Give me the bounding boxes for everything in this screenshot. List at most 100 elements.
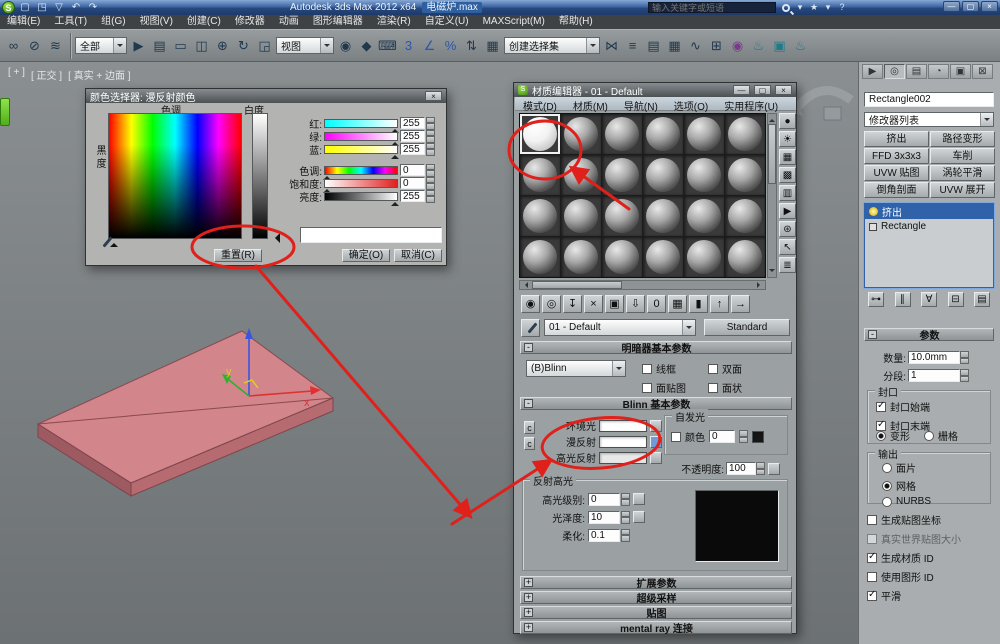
tab-display-icon[interactable]: ▣	[950, 64, 971, 79]
put-material-icon[interactable]: ◎	[542, 295, 561, 313]
value-field[interactable]: 0.1	[588, 528, 620, 542]
menu-item[interactable]: 材质(M)	[565, 97, 616, 113]
rollout-header-shader[interactable]: - 明暗器基本参数	[520, 341, 792, 355]
snap-toggle-3d-icon[interactable]: 3	[398, 34, 419, 58]
lock-diffuse-specular-icon[interactable]: c	[524, 437, 535, 450]
color-swatch[interactable]	[599, 451, 647, 464]
bind-to-spacewarp-icon[interactable]: ≋	[45, 34, 66, 58]
rollout-header[interactable]: + mental ray 连接	[520, 621, 792, 635]
modifier-list-dropdown[interactable]: 修改器列表	[864, 112, 994, 127]
rendered-frame-icon[interactable]: ▣	[769, 34, 790, 58]
material-type-button[interactable]: Standard	[704, 319, 790, 336]
rollout-header-parameters[interactable]: - 参数	[864, 328, 994, 342]
keyboard-override-icon[interactable]: ⌨	[377, 34, 398, 58]
menu-item[interactable]: 实用程序(U)	[716, 97, 786, 113]
menu-item[interactable]: 自定义(U)	[418, 15, 476, 29]
material-sample-slot[interactable]	[602, 114, 642, 154]
minimize-button[interactable]: —	[943, 1, 960, 12]
select-rotate-icon[interactable]: ↻	[233, 34, 254, 58]
redo-icon[interactable]: ↷	[86, 1, 100, 14]
material-sample-slot[interactable]	[684, 114, 724, 154]
spinner[interactable]	[426, 189, 435, 203]
open-file-icon[interactable]: ◳	[35, 1, 49, 14]
opacity-value-field[interactable]: 100	[726, 462, 756, 475]
ok-button[interactable]: 确定(O)	[342, 249, 390, 262]
checkbox-row[interactable]: 生成贴图坐标	[867, 512, 961, 527]
eyedropper-icon[interactable]	[100, 235, 114, 249]
checkbox[interactable]	[671, 431, 681, 442]
make-preview-icon[interactable]: ▶	[779, 203, 796, 219]
chevron-down-icon[interactable]	[113, 38, 126, 53]
show-end-result-stack-icon[interactable]: ∥	[894, 292, 911, 307]
spinner[interactable]	[960, 351, 969, 364]
slots-vertical-scrollbar[interactable]	[767, 113, 777, 278]
material-name-dropdown[interactable]: 01 - Default	[544, 319, 696, 336]
sample-uv-tiling-icon[interactable]: ▩	[779, 167, 796, 183]
material-sample-slot[interactable]	[520, 237, 560, 277]
tab-hierarchy-icon[interactable]: ▤	[906, 64, 927, 79]
modifier-button[interactable]: UVW 贴图	[864, 165, 929, 181]
new-scene-icon[interactable]: ▢	[18, 1, 32, 14]
channel-slider[interactable]	[324, 118, 399, 133]
menu-item[interactable]: 选项(O)	[666, 97, 716, 113]
selfillum-color-swatch[interactable]	[752, 430, 764, 443]
unlink-selection-icon[interactable]: ⊘	[24, 34, 45, 58]
pick-material-eyedropper-icon[interactable]	[521, 319, 540, 337]
menu-item[interactable]: 模式(D)	[515, 97, 565, 113]
channel-value-field[interactable]: 255	[400, 117, 425, 129]
material-sample-slot[interactable]	[725, 114, 765, 154]
channel-slider[interactable]	[324, 131, 399, 146]
slots-horizontal-scrollbar[interactable]	[519, 280, 766, 290]
checkbox-row[interactable]: 封口始端	[876, 399, 930, 414]
layer-manager-icon[interactable]: ▤	[643, 34, 664, 58]
radio-row[interactable]: 变形	[876, 428, 910, 443]
named-selection-sets-dropdown[interactable]: 创建选择集	[504, 37, 600, 54]
shader-type-dropdown[interactable]: (B)Blinn	[526, 360, 626, 377]
modifier-button[interactable]: 挤出	[864, 131, 929, 147]
rect-selection-region-icon[interactable]: ▭	[170, 34, 191, 58]
rollout-header[interactable]: + 贴图	[520, 606, 792, 620]
checkbox-row[interactable]: 双面	[708, 361, 770, 376]
material-id-icon[interactable]: 0	[647, 295, 666, 313]
checkbox-row[interactable]: 面贴图	[642, 380, 704, 395]
modifier-button[interactable]: FFD 3x3x3	[864, 148, 929, 164]
material-sample-slot[interactable]	[520, 114, 560, 154]
chevron-down-icon[interactable]	[682, 320, 695, 335]
options-icon[interactable]: ⊛	[779, 221, 796, 237]
select-move-icon[interactable]: ⊕	[212, 34, 233, 58]
close-icon[interactable]: ×	[425, 91, 442, 101]
modifier-button[interactable]: 路径变形	[930, 131, 995, 147]
save-file-icon[interactable]: ▽	[52, 1, 66, 14]
help-icon[interactable]: ?	[836, 1, 848, 14]
spinner[interactable]	[621, 528, 630, 542]
radio-row[interactable]: 栅格	[924, 428, 958, 443]
viewport-menu-button[interactable]: [ + ]	[8, 67, 25, 82]
menu-item[interactable]: 导航(N)	[616, 97, 666, 113]
select-manipulate-icon[interactable]: ◆	[356, 34, 377, 58]
stack-row-icon[interactable]	[869, 207, 878, 216]
object-rectangle002-mesh[interactable]	[36, 330, 335, 497]
channel-value-field[interactable]: 255	[400, 190, 425, 202]
background-icon[interactable]: ▦	[779, 149, 796, 165]
menu-item[interactable]: 视图(V)	[133, 15, 180, 29]
menu-item[interactable]: 创建(C)	[180, 15, 228, 29]
modifier-button[interactable]: UVW 展开	[930, 182, 995, 198]
material-sample-slot[interactable]	[643, 155, 683, 195]
render-setup-icon[interactable]: ♨	[748, 34, 769, 58]
select-by-material-icon[interactable]: ↖	[779, 239, 796, 255]
material-sample-slot[interactable]	[725, 196, 765, 236]
star-icon[interactable]: ★	[808, 1, 820, 14]
select-and-link-icon[interactable]: ∞	[3, 34, 24, 58]
chevron-down-icon[interactable]	[586, 38, 599, 53]
close-icon[interactable]: ×	[775, 85, 792, 95]
angle-snap-icon[interactable]: ∠	[419, 34, 440, 58]
material-sample-slot[interactable]	[602, 237, 642, 277]
schematic-view-icon[interactable]: ⊞	[706, 34, 727, 58]
material-sample-slot[interactable]	[561, 196, 601, 236]
viewport-shading-button[interactable]: [ 真实 + 边面 ]	[68, 67, 131, 82]
modifier-button[interactable]: 倒角剖面	[864, 182, 929, 198]
maximize-button[interactable]: ▢	[962, 1, 979, 12]
rollout-header[interactable]: + 超级采样	[520, 591, 792, 605]
edit-named-sets-icon[interactable]: ▦	[482, 34, 503, 58]
pin-stack-icon[interactable]: ⊶	[868, 292, 884, 307]
